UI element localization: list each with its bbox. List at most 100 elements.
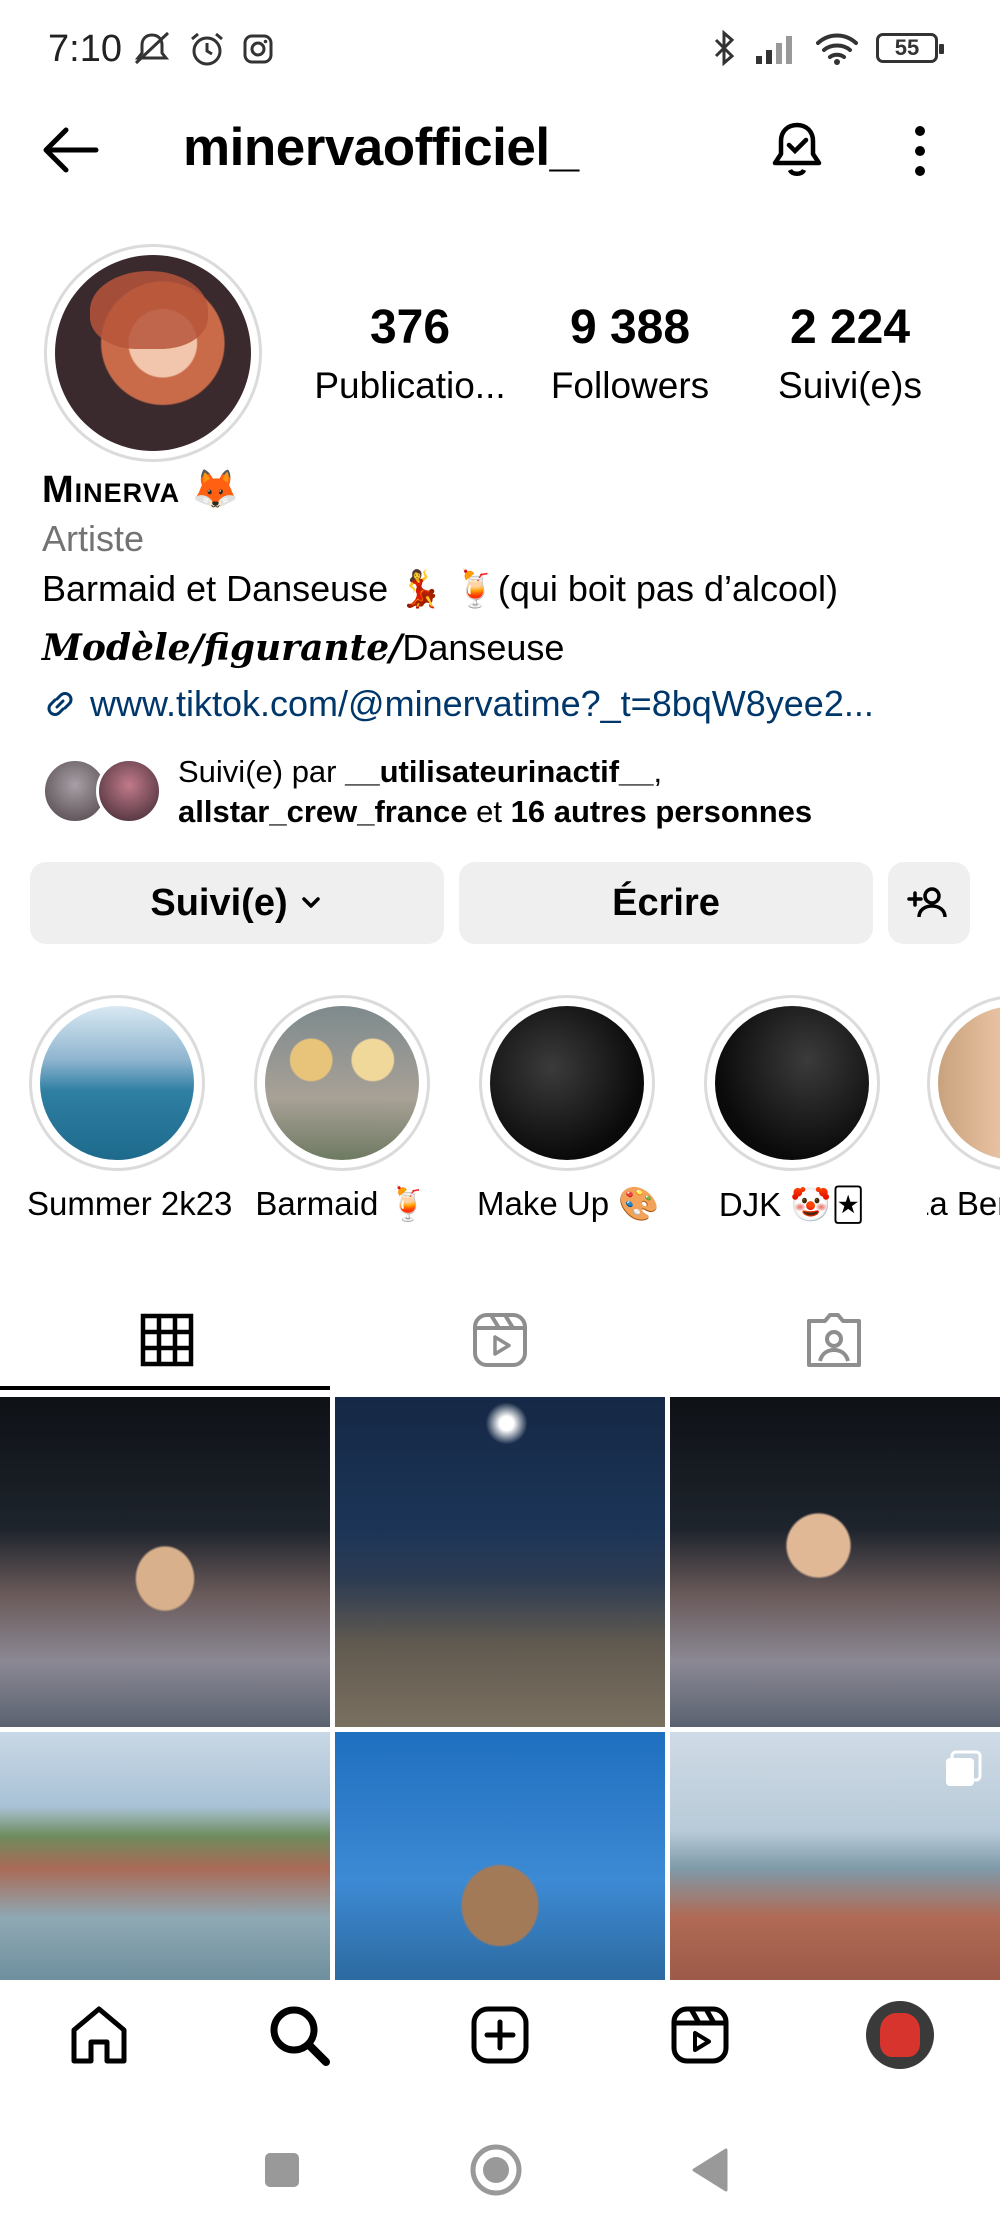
message-button[interactable]: Écrire	[459, 862, 873, 944]
bio-line-1: Barmaid et Danseuse 💃 🍹(qui boit pas d’a…	[42, 568, 839, 609]
followed-by-user: __utilisateurinactif__	[345, 754, 654, 789]
search-icon	[270, 2006, 330, 2066]
instagram-icon	[243, 34, 273, 64]
highlight-item[interactable]: Summer 2k23	[27, 995, 233, 1223]
stat-label: Suivi(e)s	[778, 365, 922, 406]
stat-followers[interactable]: 9 388 Followers	[520, 300, 740, 407]
followed-by-separator: ,	[653, 754, 663, 789]
profile-tabs	[0, 1290, 1000, 1390]
plus-square-icon	[471, 2006, 529, 2064]
post-thumbnail[interactable]	[335, 1732, 665, 1980]
notifications-button[interactable]	[762, 115, 832, 185]
back-button[interactable]	[38, 125, 102, 175]
profile-link-text: www.tiktok.com/@minervatime?_t=8bqW8yee2…	[90, 683, 874, 724]
profile-header: minervaofficiel_	[0, 105, 1000, 195]
chevron-down-icon	[301, 897, 320, 908]
home-icon	[71, 2006, 127, 2064]
post-thumbnail[interactable]	[335, 1397, 665, 1727]
followed-by-others: 16 autres personnes	[510, 794, 813, 829]
tab-tagged[interactable]	[667, 1290, 1000, 1390]
circle-icon	[470, 2144, 522, 2196]
bottom-navigation	[0, 1980, 1000, 2090]
nav-create[interactable]	[465, 2000, 535, 2070]
arrow-left-icon	[43, 127, 99, 173]
nav-reels[interactable]	[665, 2000, 735, 2070]
highlight-item[interactable]: Make Up 🎨	[477, 995, 660, 1224]
following-button[interactable]: Suivi(e)	[30, 862, 444, 944]
highlight-label: La Ben	[927, 1185, 1000, 1222]
profile-avatar-icon	[866, 2001, 934, 2069]
reels-icon	[472, 1313, 527, 1367]
highlight-cover	[40, 1006, 194, 1160]
bio-plain-text: Danseuse	[402, 627, 565, 668]
followed-by-user: allstar_crew_france	[178, 794, 468, 829]
stat-posts[interactable]: 376 Publicatio...	[300, 300, 520, 407]
system-navigation	[0, 2110, 1000, 2223]
highlight-item[interactable]: DJK 🤡🃏	[702, 995, 882, 1225]
highlight-cover	[265, 1006, 419, 1160]
highlight-label: Barmaid 🍹	[255, 1185, 429, 1222]
post-thumbnail[interactable]	[0, 1732, 330, 1980]
stat-label: Publicatio...	[314, 365, 506, 406]
status-time: 7:10	[48, 28, 122, 70]
highlight-cover	[938, 1006, 1000, 1160]
stat-value: 376	[369, 301, 451, 354]
nav-home[interactable]	[64, 2000, 134, 2070]
profile-avatar[interactable]	[44, 244, 262, 462]
suggest-users-button[interactable]	[888, 862, 970, 944]
profile-link[interactable]: www.tiktok.com/@minervatime?_t=8bqW8yee2…	[42, 683, 942, 725]
stat-value: 9 388	[569, 301, 691, 354]
bio-line-2: Modèle/figurante/Danseuse	[42, 627, 564, 669]
bluetooth-icon	[714, 30, 735, 66]
active-tab-indicator	[0, 1386, 330, 1390]
add-user-icon	[907, 887, 947, 918]
follower-avatar	[96, 758, 162, 824]
message-button-label: Écrire	[612, 881, 720, 924]
home-button[interactable]	[466, 2140, 526, 2200]
highlight-label: DJK 🤡🃏	[718, 1186, 866, 1223]
more-vertical-icon	[915, 126, 925, 176]
bio-styled-text: Modèle/figurante/	[42, 627, 403, 669]
header-username: minervaofficiel_	[183, 118, 579, 177]
highlight-cover	[715, 1006, 869, 1160]
nav-search[interactable]	[264, 2000, 334, 2070]
wifi-icon	[816, 33, 858, 65]
back-nav-button[interactable]	[680, 2140, 740, 2200]
more-options-button[interactable]	[900, 119, 940, 183]
status-bar: 7:10 55	[0, 0, 1000, 100]
tab-reels[interactable]	[333, 1290, 666, 1390]
grid-icon	[140, 1313, 193, 1367]
carousel-icon	[946, 1750, 982, 1786]
avatar-image	[55, 255, 251, 451]
followed-by-separator: et	[467, 794, 511, 829]
post-thumbnail[interactable]	[670, 1397, 1000, 1727]
highlight-label: Summer 2k23	[27, 1185, 233, 1222]
profile-category: Artiste	[42, 518, 145, 559]
bell-check-icon	[772, 122, 822, 176]
post-thumbnail[interactable]	[0, 1397, 330, 1727]
followed-by[interactable]: Suivi(e) par __utilisateurinactif__, all…	[42, 752, 942, 832]
nav-profile[interactable]	[865, 2000, 935, 2070]
highlight-item[interactable]: La Ben	[927, 995, 1000, 1223]
triangle-back-icon	[692, 2148, 728, 2192]
profile-stats: 376 Publicatio... 9 388 Followers 2 224 …	[300, 300, 960, 407]
followed-by-prefix: Suivi(e) par	[178, 754, 346, 789]
signal-icon	[756, 36, 792, 64]
tab-posts[interactable]	[0, 1290, 333, 1390]
following-button-label: Suivi(e)	[150, 881, 288, 924]
highlight-item[interactable]: Barmaid 🍹	[252, 995, 432, 1224]
tagged-icon	[806, 1313, 861, 1367]
mute-icon	[134, 31, 170, 65]
display-name: Minerva 🦊	[42, 469, 241, 511]
stat-value: 2 224	[789, 301, 911, 354]
highlight-cover	[490, 1006, 644, 1160]
square-icon	[265, 2153, 299, 2187]
reels-icon	[671, 2006, 729, 2064]
stat-following[interactable]: 2 224 Suivi(e)s	[740, 300, 960, 407]
highlight-label: Make Up 🎨	[477, 1185, 660, 1222]
post-thumbnail[interactable]	[670, 1732, 1000, 1980]
followed-by-text: Suivi(e) par __utilisateurinactif__, all…	[178, 752, 812, 832]
link-icon	[47, 692, 73, 716]
battery-indicator: 55	[876, 33, 944, 63]
recents-button[interactable]	[252, 2140, 312, 2200]
